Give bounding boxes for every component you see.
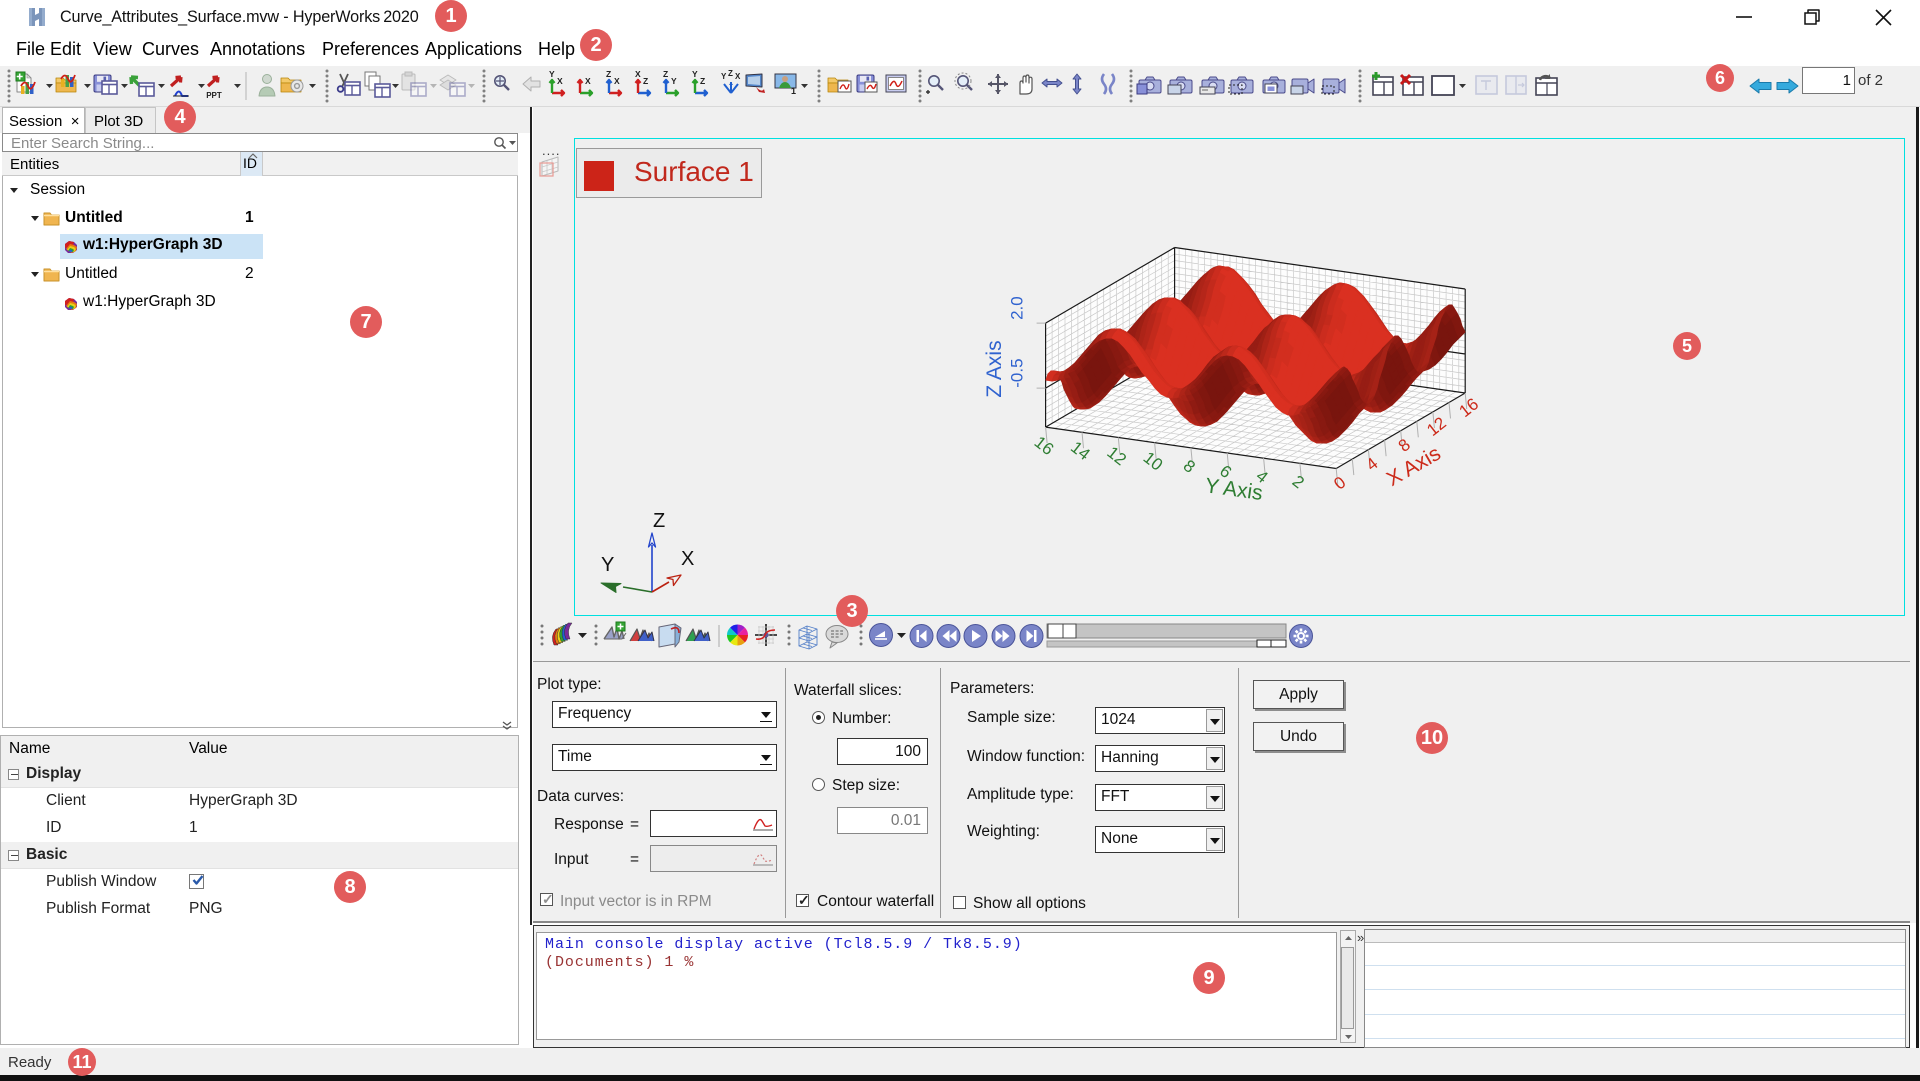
svg-text:Y: Y — [721, 72, 727, 81]
svg-text:10: 10 — [1140, 448, 1167, 475]
svg-text:X: X — [585, 76, 591, 86]
svg-text:12: 12 — [1103, 443, 1130, 470]
svg-text:16: 16 — [1456, 394, 1483, 421]
svg-text:X Axis: X Axis — [1383, 442, 1445, 491]
svg-text:4: 4 — [1362, 454, 1381, 475]
svg-text:0: 0 — [1330, 473, 1349, 494]
svg-text:12: 12 — [1423, 413, 1450, 440]
svg-text:8: 8 — [1180, 456, 1199, 477]
svg-text:Z: Z — [663, 69, 668, 79]
svg-text:X: X — [735, 72, 741, 81]
svg-text:Z: Z — [643, 76, 648, 86]
svg-text:PPT: PPT — [206, 91, 222, 100]
svg-text:X: X — [635, 69, 641, 79]
svg-text:Y: Y — [671, 76, 677, 86]
svg-text:Z: Z — [728, 69, 733, 78]
svg-text:X: X — [681, 548, 694, 570]
svg-text:Y: Y — [692, 69, 698, 79]
svg-text:-0.5: -0.5 — [1008, 358, 1027, 387]
svg-text:2.0: 2.0 — [1008, 296, 1027, 320]
svg-text:2: 2 — [1289, 472, 1308, 493]
svg-text:1: 1 — [791, 86, 796, 96]
svg-text:Z: Z — [653, 510, 665, 532]
svg-text:Y: Y — [549, 69, 555, 79]
svg-text:Z Axis: Z Axis — [983, 340, 1006, 397]
svg-text:16: 16 — [1031, 432, 1058, 459]
svg-text:Z: Z — [700, 76, 705, 86]
svg-text:Z: Z — [606, 69, 611, 79]
svg-text:14: 14 — [1067, 438, 1094, 465]
svg-text:X: X — [557, 76, 563, 86]
svg-text:X: X — [614, 76, 620, 86]
svg-text:Y: Y — [601, 554, 614, 576]
svg-text:8: 8 — [1395, 435, 1414, 456]
